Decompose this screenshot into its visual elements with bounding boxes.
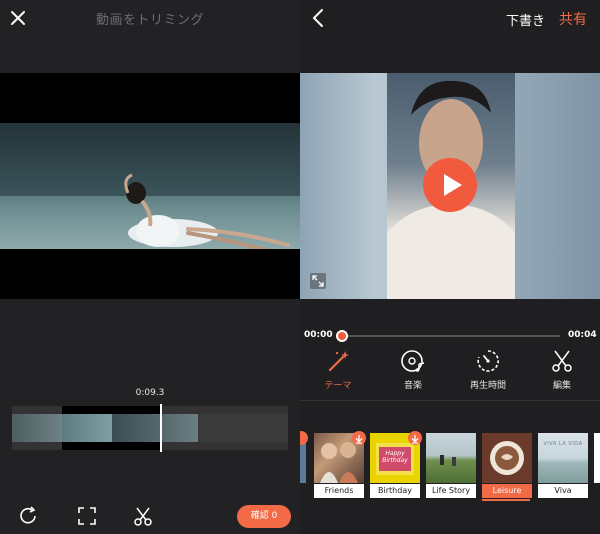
share-button[interactable]: 共有 <box>559 9 587 29</box>
confirm-button[interactable]: 確認 0 <box>237 505 291 528</box>
theme-label: Friends <box>314 484 364 498</box>
tab-music-label: 音楽 <box>403 381 422 391</box>
theme-item[interactable] <box>594 433 600 497</box>
divider <box>300 400 600 401</box>
scissors-icon[interactable] <box>132 505 154 527</box>
tab-music[interactable]: 音楽 <box>383 348 443 392</box>
trim-timecode: 0:09.3 <box>135 388 165 398</box>
birthday-art-text: Happy Birthday <box>382 450 408 464</box>
video-subject-image <box>124 173 290 249</box>
play-button[interactable] <box>423 158 477 212</box>
trim-timeline[interactable] <box>12 404 288 452</box>
theme-item-leisure[interactable]: Leisure <box>482 433 532 498</box>
theme-label: Birthday <box>370 484 420 498</box>
tab-duration-label: 再生時間 <box>469 381 506 391</box>
play-icon <box>444 174 462 196</box>
rotate-icon[interactable] <box>18 505 40 527</box>
theme-item-birthday[interactable]: Happy Birthday Birthday <box>370 431 422 498</box>
expand-icon[interactable] <box>310 273 326 289</box>
download-icon <box>300 431 308 445</box>
page-title: 動画をトリミング <box>95 13 204 28</box>
time-total: 00:04 <box>568 330 597 340</box>
trim-screen: 動画をトリミング 0:09.3 確認 0 <box>0 0 300 534</box>
tab-edit-label: 編集 <box>552 381 571 391</box>
video-preview <box>0 73 300 299</box>
selected-theme-indicator <box>482 499 530 501</box>
trim-playhead[interactable] <box>160 404 162 452</box>
music-disc-icon <box>401 350 425 372</box>
back-chevron-icon[interactable] <box>310 8 326 28</box>
theme-label: Viva <box>538 484 588 498</box>
theme-item[interactable] <box>300 431 308 497</box>
timer-icon <box>477 350 499 372</box>
tab-theme[interactable]: テーマ <box>308 348 368 392</box>
theme-label: Life Story <box>426 484 476 498</box>
video-frame <box>0 123 300 249</box>
magic-wand-icon <box>328 351 349 372</box>
seek-bar[interactable] <box>342 335 560 337</box>
tab-edit[interactable]: 編集 <box>532 348 592 392</box>
theme-item-viva[interactable]: VIVA LA VIDA Viva <box>538 433 588 498</box>
theme-label: Leisure <box>482 484 532 498</box>
theme-editor-screen: 下書き 共有 00:00 00:04 テーマ 音楽 再生時間 編集 Friend… <box>300 0 600 534</box>
crop-icon[interactable] <box>76 505 98 527</box>
time-current: 00:00 <box>304 330 333 340</box>
video-preview <box>300 73 600 299</box>
tab-duration[interactable]: 再生時間 <box>458 348 518 392</box>
seek-handle[interactable] <box>336 330 348 342</box>
theme-item-friends[interactable]: Friends <box>314 431 366 498</box>
theme-item-life-story[interactable]: Life Story <box>426 433 476 498</box>
viva-art-text: VIVA LA VIDA <box>543 441 583 447</box>
download-icon <box>352 431 366 445</box>
tab-theme-label: テーマ <box>324 381 352 391</box>
scissors-icon <box>552 350 572 372</box>
draft-button[interactable]: 下書き <box>506 10 545 29</box>
download-icon <box>408 431 422 445</box>
